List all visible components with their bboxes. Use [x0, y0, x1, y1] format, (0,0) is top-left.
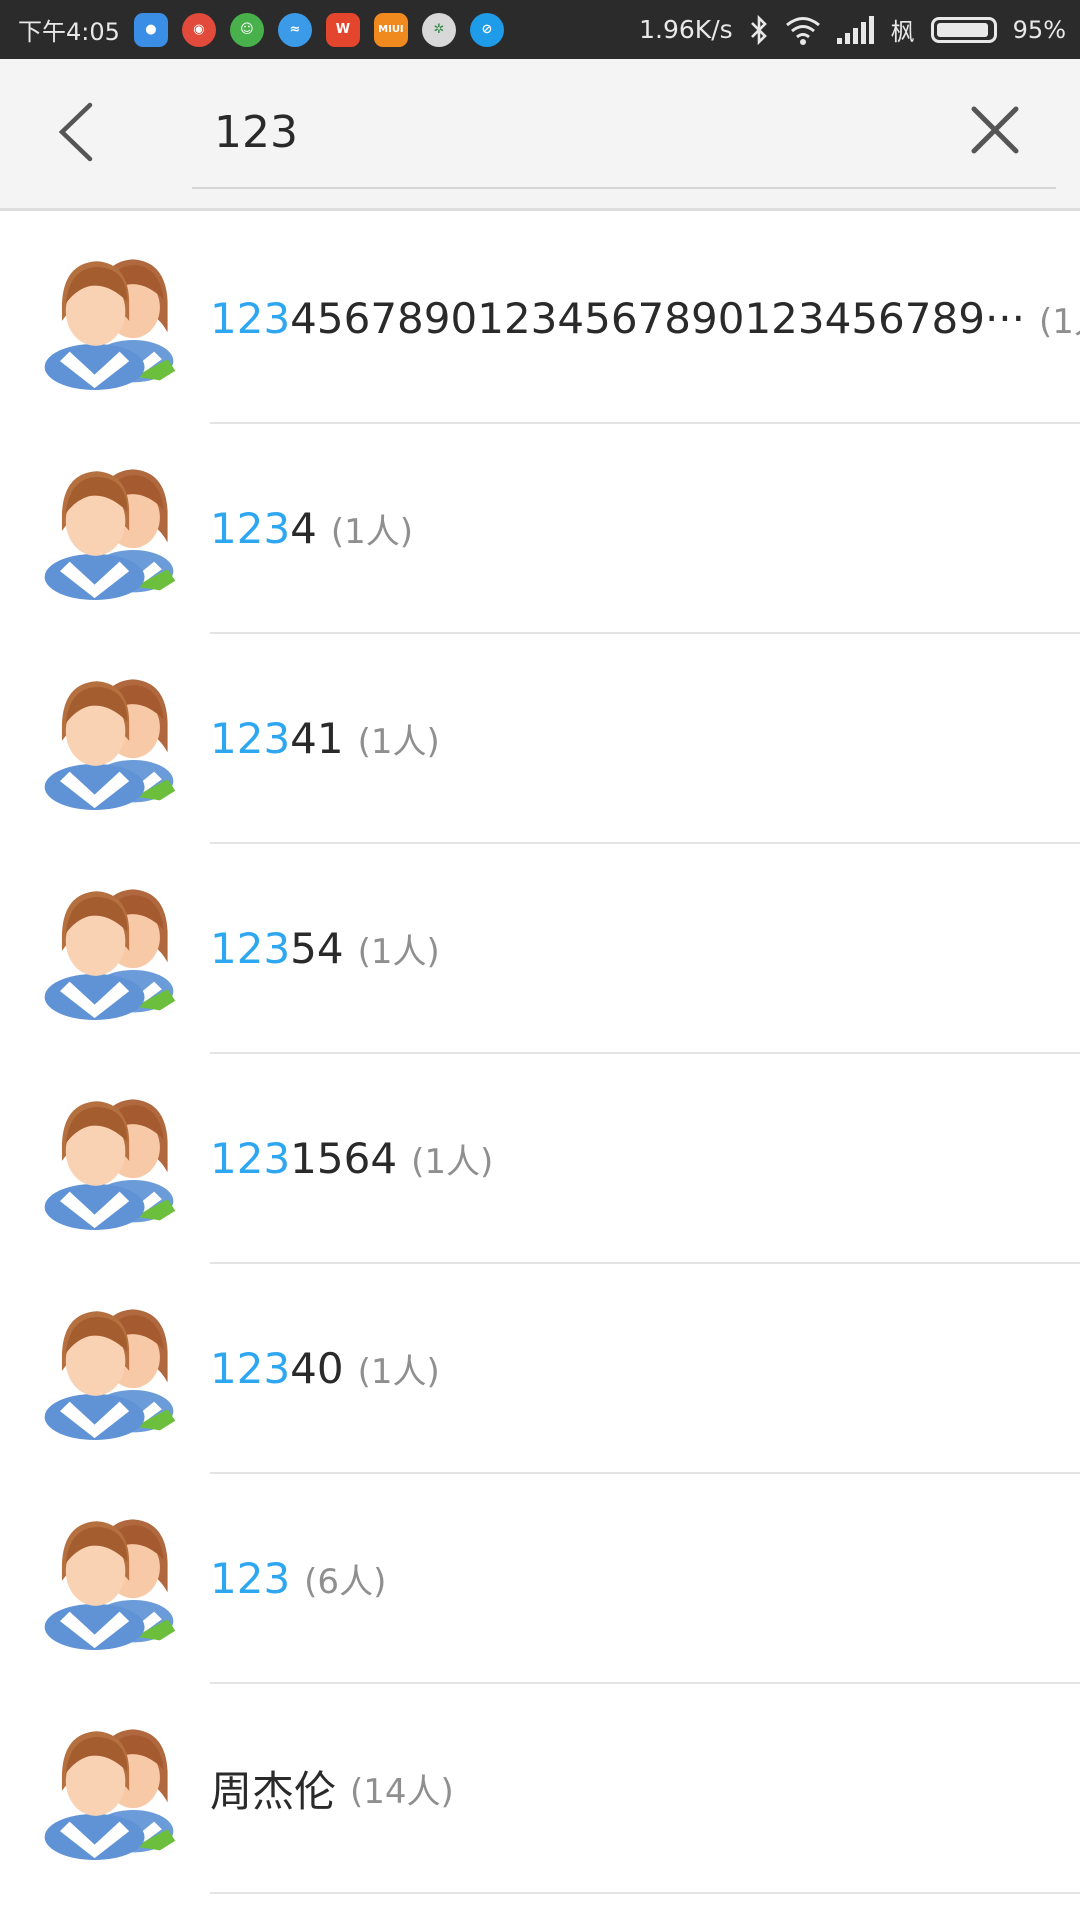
search-input[interactable]	[214, 107, 914, 158]
group-list-item[interactable]: 周杰伦 (14人)	[0, 1684, 1080, 1894]
signal-icon	[836, 15, 874, 44]
battery-level	[936, 22, 988, 37]
group-name-match: 123	[210, 293, 291, 343]
wifi-icon	[785, 16, 820, 45]
member-count: (1人)	[357, 931, 440, 972]
group-name-match: 123	[210, 1133, 291, 1183]
group-list-item[interactable]: 12340 (1人)	[0, 1264, 1080, 1474]
wifi-app-icon: ≈	[277, 12, 312, 47]
group-name: 1231564	[210, 1134, 397, 1183]
member-count: (1人)	[1039, 301, 1080, 342]
group-avatar-icon	[44, 679, 176, 810]
group-avatar-icon	[44, 259, 176, 390]
group-name: 12341	[210, 714, 344, 763]
status-bar: 下午4:05 ● ◉ ☺ ≈ W MIUI ✲ ⊘ 1.96K/s 枫 95%	[0, 0, 1080, 59]
group-name-rest: 41	[290, 713, 344, 763]
group-name-row: 12340 (1人)	[210, 1264, 440, 1472]
group-name-row: 1231564 (1人)	[210, 1054, 493, 1262]
group-name: 1234	[210, 504, 317, 553]
member-count: (1人)	[330, 511, 414, 552]
group-name-row: 周杰伦 (14人)	[210, 1684, 454, 1892]
truncation-ellipsis: ···	[984, 293, 1025, 343]
group-list-item[interactable]: 1231564 (1人)	[0, 1054, 1080, 1264]
carrier-name: 枫	[890, 18, 915, 46]
status-app-icons: ● ◉ ☺ ≈ W MIUI ✲ ⊘	[133, 12, 504, 47]
group-avatar-icon	[44, 1729, 176, 1860]
chat-bubble-icon: ●	[133, 12, 168, 47]
group-avatar-icon	[44, 469, 176, 600]
weibo-icon: ◉	[181, 12, 216, 47]
group-list-item[interactable]: 12345678901234567890123456789··· (1人)	[0, 214, 1080, 424]
group-name-rest: 45678901234567890123456789	[290, 293, 985, 343]
group-name-match: 123	[210, 1553, 291, 1603]
group-list-item[interactable]: 12341 (1人)	[0, 634, 1080, 844]
group-name-row: 12354 (1人)	[210, 844, 440, 1052]
compass-app-icon: ⊘	[469, 12, 504, 47]
battery-icon	[930, 16, 997, 43]
group-name-rest: 周杰伦	[210, 1766, 337, 1816]
group-name-rest: 54	[290, 923, 344, 973]
group-name-row: 12341 (1人)	[210, 634, 440, 842]
back-arrow-icon[interactable]	[48, 101, 110, 163]
group-name: 12354	[210, 924, 344, 973]
battery-percent: 95%	[1012, 15, 1066, 44]
group-name: 周杰伦	[210, 1758, 336, 1819]
network-speed: 1.96K/s	[639, 15, 733, 44]
group-avatar-icon	[44, 1099, 176, 1230]
wps-icon: W	[325, 12, 360, 47]
group-name-match: 123	[210, 713, 291, 763]
group-list-item[interactable]: 123 (6人)	[0, 1474, 1080, 1684]
group-name-match: 123	[210, 923, 291, 973]
fan-app-icon: ✲	[421, 12, 456, 47]
search-header	[0, 59, 1080, 211]
miui-icon: MIUI	[373, 12, 408, 47]
group-name-match: 123	[210, 503, 291, 553]
group-name-match: 123	[210, 1343, 291, 1393]
android-icon: ☺	[229, 12, 264, 47]
member-count: (1人)	[357, 721, 440, 762]
group-name: 123	[210, 1554, 290, 1603]
group-name-rest: 4	[290, 503, 317, 553]
group-avatar-icon	[44, 1519, 176, 1650]
group-avatar-icon	[44, 889, 176, 1020]
group-name: 12345678901234567890123456789···	[210, 294, 1025, 343]
group-name: 12340	[210, 1344, 344, 1393]
member-count: (6人)	[304, 1561, 387, 1602]
group-name-row: 12345678901234567890123456789··· (1人)	[210, 214, 1080, 422]
group-name-rest: 40	[290, 1343, 344, 1393]
group-list-item[interactable]: 1234 (1人)	[0, 424, 1080, 634]
group-name-row: 1234 (1人)	[210, 424, 413, 632]
group-list-item[interactable]: 12354 (1人)	[0, 844, 1080, 1054]
clear-search-icon[interactable]	[968, 103, 1022, 157]
member-count: (1人)	[411, 1141, 494, 1182]
search-field[interactable]	[192, 79, 1056, 189]
bluetooth-icon	[750, 14, 767, 45]
status-time: 下午4:05	[18, 18, 120, 46]
member-count: (14人)	[350, 1771, 454, 1812]
member-count: (1人)	[357, 1351, 440, 1392]
group-name-row: 123 (6人)	[210, 1474, 386, 1682]
search-results-list: 12345678901234567890123456789···(1人)1234…	[0, 214, 1080, 1894]
divider	[210, 1892, 1080, 1894]
group-name-rest: 1564	[290, 1133, 398, 1183]
group-avatar-icon	[44, 1309, 176, 1440]
